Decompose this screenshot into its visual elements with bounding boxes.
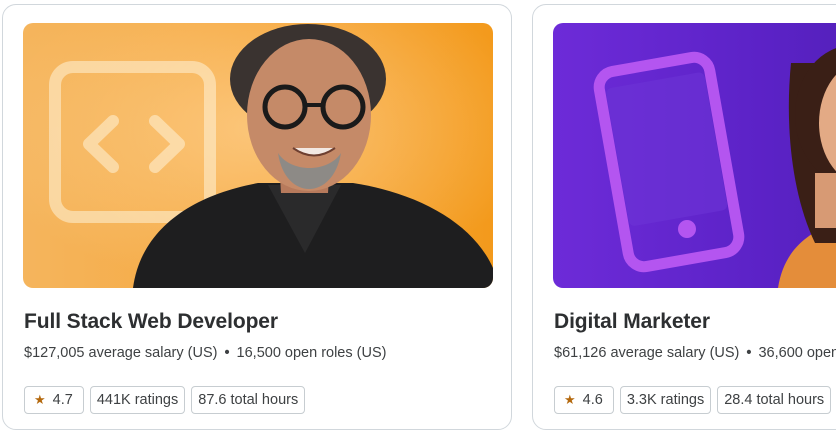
career-title[interactable]: Digital Marketer: [554, 310, 710, 334]
thumbnail-art: [593, 48, 836, 288]
career-thumbnail: [23, 23, 493, 288]
rating-badge: ★ 4.6: [554, 386, 614, 414]
open-roles-text: 16,500 open roles (US): [236, 345, 387, 361]
star-icon: ★: [34, 392, 46, 407]
thumbnail-art: [23, 23, 493, 288]
salary-text: $61,126 average salary (US): [554, 345, 740, 361]
career-title[interactable]: Full Stack Web Developer: [24, 310, 278, 334]
total-hours-badge: 87.6 total hours: [191, 386, 306, 414]
career-cards-carousel: Full Stack Web Developer $127,005 averag…: [0, 0, 836, 445]
career-badges: ★ 4.7 441K ratings 87.6 total hours: [24, 386, 306, 414]
separator-dot: •: [224, 345, 230, 361]
rating-value: 4.6: [582, 392, 603, 408]
total-hours-badge: 28.4 total hours: [717, 386, 832, 414]
star-icon: ★: [564, 392, 576, 407]
rating-badge: ★ 4.7: [24, 386, 84, 414]
separator-dot: •: [746, 345, 752, 361]
smartphone-icon: [593, 51, 745, 273]
career-card-digital-marketer[interactable]: Digital Marketer $61,126 average salary …: [532, 4, 836, 430]
rating-value: 4.7: [52, 392, 73, 408]
ratings-count-badge: 441K ratings: [89, 386, 186, 414]
smiling-woman-photo: [778, 48, 836, 288]
open-roles-text: 36,600 open: [758, 345, 836, 361]
salary-text: $127,005 average salary (US): [24, 345, 218, 361]
ratings-count-badge: 3.3K ratings: [619, 386, 712, 414]
career-meta: $127,005 average salary (US) • 16,500 open…: [24, 345, 386, 361]
career-thumbnail: [553, 23, 836, 288]
career-card-full-stack[interactable]: Full Stack Web Developer $127,005 averag…: [2, 4, 512, 430]
career-meta: $61,126 average salary (US) • 36,600 open: [554, 345, 836, 361]
career-badges: ★ 4.6 3.3K ratings 28.4 total hours: [554, 386, 832, 414]
